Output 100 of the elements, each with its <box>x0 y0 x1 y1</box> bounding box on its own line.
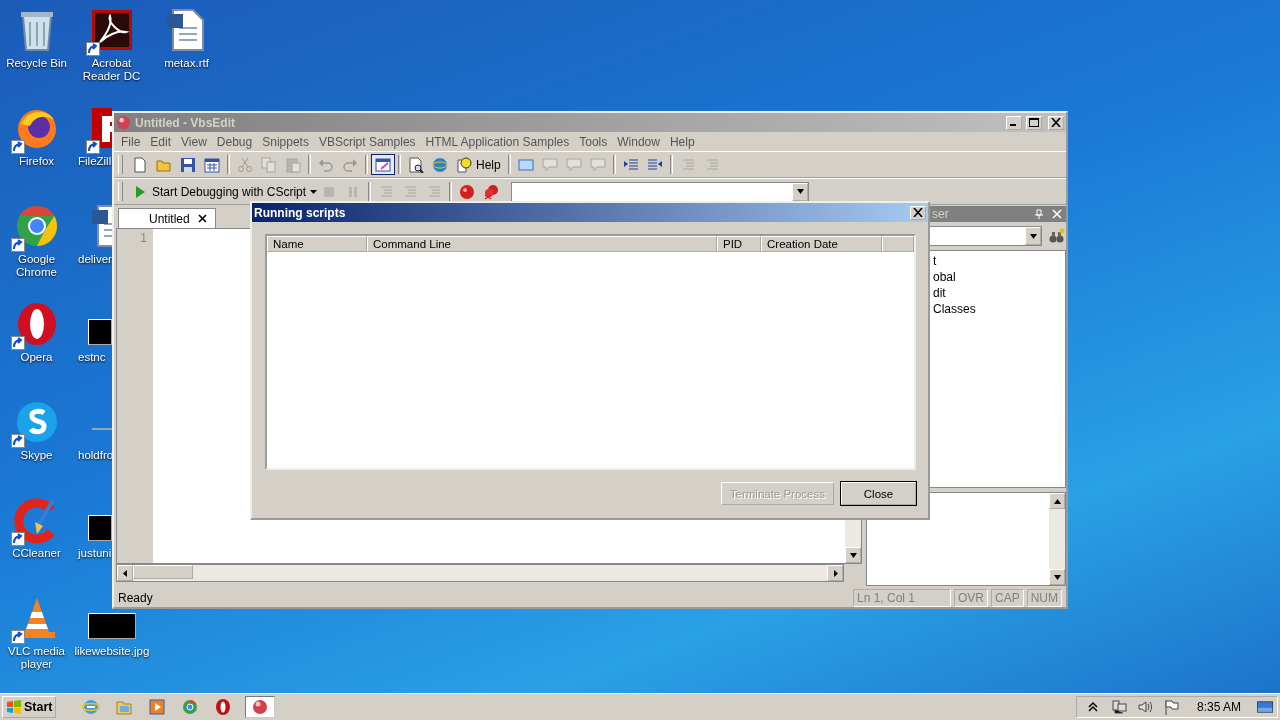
maximize-icon <box>1029 118 1039 127</box>
menu-item[interactable]: Window <box>612 134 665 149</box>
icon-label[interactable]: deliver <box>78 253 112 266</box>
menu-item[interactable]: Help <box>664 134 700 149</box>
speaker-icon[interactable] <box>1136 699 1153 715</box>
icon-label[interactable]: estnc <box>78 351 106 364</box>
tree-item[interactable]: t <box>933 253 1065 269</box>
binoculars-icon[interactable] <box>1048 227 1066 245</box>
help-button[interactable]: Help <box>452 154 505 175</box>
lines-icon <box>426 183 443 200</box>
scroll-down-button[interactable] <box>845 547 861 563</box>
scissors-icon <box>237 156 253 173</box>
menu-item[interactable]: Tools <box>574 134 613 149</box>
close-dialog-button[interactable]: Close <box>841 482 916 505</box>
outdent-icon <box>646 156 663 173</box>
dropdown-field[interactable] <box>511 181 810 202</box>
window-title: Untitled - VbsEdit <box>135 115 236 130</box>
caret-up-icon <box>1053 497 1061 505</box>
folder-icon <box>115 698 133 716</box>
tree-item[interactable]: Classes <box>933 301 1065 317</box>
close-icon[interactable] <box>197 214 207 223</box>
pin-icon[interactable] <box>1034 209 1044 219</box>
caret-left-icon <box>121 569 129 577</box>
image-thumbnail-icon[interactable] <box>87 613 136 639</box>
caret-down-icon <box>849 551 857 559</box>
icon-label[interactable]: justuni <box>78 547 112 560</box>
menu-item[interactable]: View <box>176 134 212 149</box>
scroll-down-button[interactable] <box>1049 569 1065 585</box>
taskbar-button[interactable] <box>245 696 276 718</box>
line-number: 1 <box>139 231 147 245</box>
tree-item[interactable]: obal <box>933 269 1065 285</box>
icon-label[interactable]: CCleaner <box>0 547 74 560</box>
status-pane: Ln 1, Col 1 <box>852 588 951 607</box>
header-filler <box>882 236 914 252</box>
document-tab[interactable]: Untitled <box>118 208 216 228</box>
column-header[interactable]: Command Line <box>367 236 717 252</box>
opera-icon <box>214 698 232 716</box>
image-thumbnail-icon[interactable] <box>88 319 112 345</box>
tree-item[interactable]: dit <box>933 285 1065 301</box>
icon-label[interactable]: Acrobat Reader DC <box>74 57 149 83</box>
indent-icon <box>622 156 639 173</box>
lines-icon <box>402 183 419 200</box>
column-header[interactable]: Creation Date <box>761 236 882 252</box>
start-button[interactable]: Start <box>2 696 57 718</box>
paste-icon <box>285 156 301 173</box>
menu-item[interactable]: File <box>116 134 146 149</box>
rectangle-icon <box>517 156 534 173</box>
icon-label[interactable]: likewebsite.jpg <box>74 645 149 658</box>
media-player-icon <box>148 698 166 716</box>
window-button[interactable] <box>371 154 395 175</box>
clock[interactable]: 8:35 AM <box>1196 700 1241 714</box>
menu-item[interactable]: Edit <box>145 134 177 149</box>
chrome-icon <box>181 698 199 716</box>
icon-label[interactable]: Opera <box>0 351 74 364</box>
scroll-left-button[interactable] <box>117 565 133 581</box>
menu-item[interactable]: Debug <box>211 134 258 149</box>
panel-title: ser <box>932 207 950 221</box>
menu-item[interactable]: Snippets <box>257 134 314 149</box>
flag-icon[interactable] <box>1162 699 1179 715</box>
horizontal-scrollbar[interactable] <box>116 564 844 582</box>
dialog-title: Running scripts <box>254 205 347 220</box>
help-icon <box>456 156 472 173</box>
sphere-icon <box>251 698 270 716</box>
icon-label[interactable]: VLC media player <box>0 645 74 671</box>
save-icon <box>180 156 196 173</box>
column-header[interactable]: Name <box>267 236 367 252</box>
calendar-icon <box>204 156 220 173</box>
caret-down-icon <box>796 188 804 195</box>
menu-item[interactable]: VBScript Samples <box>313 134 421 149</box>
show-desktop-icon[interactable] <box>1257 699 1273 715</box>
icon-label[interactable]: holdfro <box>78 449 114 462</box>
app-icon <box>116 115 131 130</box>
icon-label[interactable]: Google Chrome <box>0 253 74 279</box>
taskbar-button[interactable] <box>146 696 168 718</box>
menu-item[interactable]: HTML Application Samples <box>420 134 575 149</box>
scroll-thumb[interactable] <box>133 565 193 579</box>
scroll-right-button[interactable] <box>827 565 843 581</box>
breakpoint-icon <box>459 183 476 200</box>
caret-down-icon[interactable] <box>310 189 318 194</box>
globe-icon <box>432 156 448 173</box>
speech-bubble-icon <box>565 156 582 173</box>
process-list[interactable]: Name Command Line PID Creation Date <box>265 234 916 470</box>
icon-label[interactable]: Firefox <box>0 155 74 168</box>
clear-breakpoints-icon <box>483 183 500 200</box>
vertical-scrollbar[interactable] <box>1049 493 1065 585</box>
network-icon[interactable] <box>1110 699 1127 715</box>
image-thumbnail-icon[interactable] <box>88 515 112 541</box>
play-button[interactable]: Start Debugging with CScript <box>128 181 311 202</box>
internet-explorer-icon <box>82 698 100 716</box>
windows-logo-icon <box>6 700 22 714</box>
scroll-up-button[interactable] <box>1049 493 1065 509</box>
close-icon <box>1051 118 1061 127</box>
status-pane: CAP <box>991 588 1024 607</box>
icon-label[interactable]: Recycle Bin <box>0 57 74 70</box>
icon-label[interactable]: metax.rtf <box>149 57 224 70</box>
icon-label[interactable]: FileZill <box>78 155 112 168</box>
column-header[interactable]: PID <box>717 236 761 252</box>
status-pane: OVR <box>953 588 988 607</box>
close-button[interactable] <box>910 205 926 220</box>
icon-label[interactable]: Skype <box>0 449 74 462</box>
